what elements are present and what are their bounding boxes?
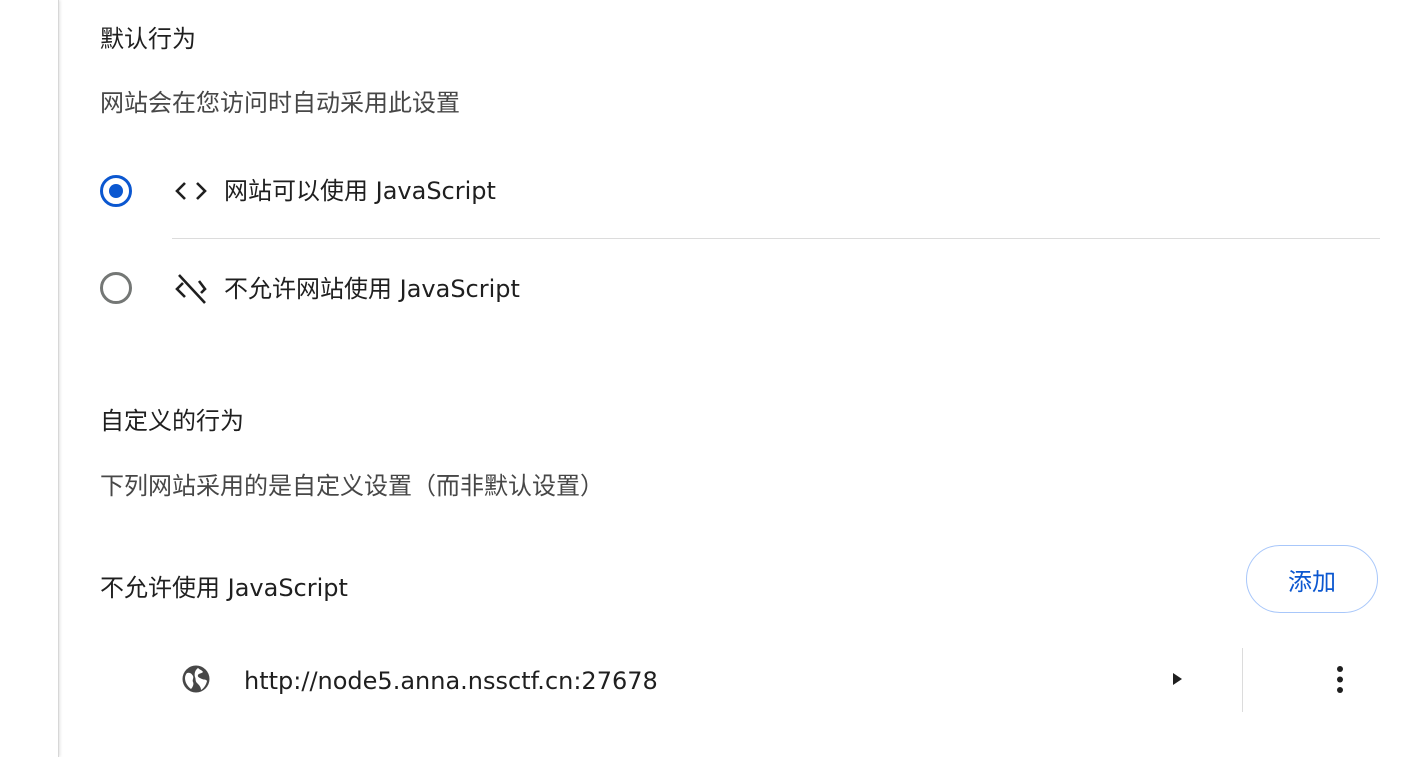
code-icon — [175, 182, 207, 200]
row-action-separator — [1242, 648, 1243, 712]
code-off-icon — [175, 274, 207, 304]
site-url: http://node5.anna.nssctf.cn:27678 — [244, 667, 658, 695]
blocked-list-heading: 不允许使用 JavaScript — [100, 574, 348, 602]
option-label-block-javascript[interactable]: 不允许网站使用 JavaScript — [224, 274, 520, 304]
globe-icon — [182, 665, 210, 693]
add-site-button[interactable]: 添加 — [1246, 545, 1378, 613]
custom-behavior-description: 下列网站采用的是自定义设置（而非默认设置） — [100, 472, 604, 500]
default-behavior-heading: 默认行为 — [100, 25, 196, 53]
expand-arrow-icon[interactable] — [1168, 670, 1186, 688]
radio-block-javascript[interactable] — [100, 272, 132, 304]
radio-allow-javascript[interactable] — [100, 175, 132, 207]
default-behavior-description: 网站会在您访问时自动采用此设置 — [100, 89, 460, 117]
option-label-allow-javascript[interactable]: 网站可以使用 JavaScript — [224, 176, 496, 206]
more-options-icon[interactable] — [1330, 665, 1350, 695]
custom-behavior-heading: 自定义的行为 — [100, 407, 244, 435]
left-sidebar-edge — [0, 0, 59, 757]
site-list-item[interactable]: http://node5.anna.nssctf.cn:27678 — [172, 646, 1380, 712]
settings-page: 默认行为 网站会在您访问时自动采用此设置 网站可以使用 JavaScript 不… — [0, 0, 1418, 757]
options-divider — [172, 238, 1380, 239]
